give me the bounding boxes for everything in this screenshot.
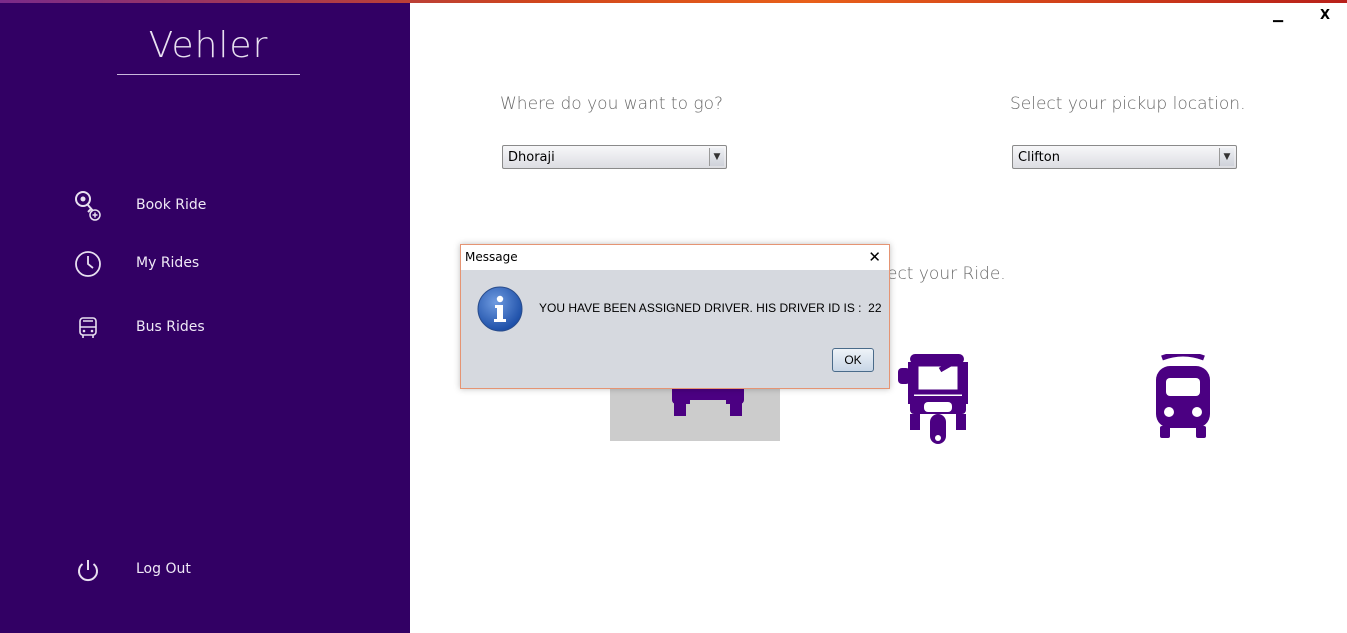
sidebar-item-log-out[interactable]: Log Out [70, 552, 370, 588]
info-icon [477, 286, 523, 332]
pickup-value: Clifton [1018, 150, 1060, 165]
destination-select[interactable]: Dhoraji ▼ [502, 145, 727, 169]
dialog-titlebar: Message ✕ [461, 245, 889, 270]
destination-prompt: Where do you want to go? [500, 94, 724, 114]
sidebar-item-bus-rides[interactable]: Bus Rides [70, 310, 370, 346]
ride-prompt: ect your Ride. [887, 264, 1006, 284]
rickshaw-icon[interactable] [896, 352, 970, 446]
chevron-down-icon: ▼ [1219, 148, 1234, 166]
sidebar-item-label: My Rides [136, 255, 200, 271]
pickup-select[interactable]: Clifton ▼ [1012, 145, 1237, 169]
close-icon[interactable]: ✕ [868, 248, 881, 266]
clock-icon [75, 251, 101, 277]
minimize-button[interactable]: ▁ [1273, 8, 1283, 23]
brand-underline [117, 74, 300, 75]
ok-button[interactable]: OK [832, 348, 874, 372]
app-brand: Vehler [148, 25, 269, 66]
sidebar-item-label: Log Out [136, 561, 191, 577]
train-icon[interactable] [1152, 354, 1214, 440]
pickup-prompt: Select your pickup location. [1010, 94, 1246, 114]
message-dialog: Message ✕ YOU HAVE BEEN ASSIGNED DRIVER.… [460, 244, 890, 389]
destination-value: Dhoraji [508, 150, 555, 165]
dialog-message: YOU HAVE BEEN ASSIGNED DRIVER. HIS DRIVE… [539, 301, 882, 315]
dialog-title: Message [465, 250, 518, 264]
sidebar-item-label: Bus Rides [136, 319, 205, 335]
sidebar-item-label: Book Ride [136, 197, 207, 213]
sidebar-item-book-ride[interactable]: Book Ride [70, 188, 370, 224]
close-window-button[interactable]: X [1320, 8, 1330, 23]
key-plus-icon [75, 191, 101, 221]
sidebar: Vehler Book Ride My Rides Bus Rides Log … [0, 3, 410, 633]
sidebar-item-my-rides[interactable]: My Rides [70, 246, 370, 282]
bus-icon [79, 317, 97, 338]
chevron-down-icon: ▼ [709, 148, 724, 166]
power-icon [78, 560, 98, 582]
